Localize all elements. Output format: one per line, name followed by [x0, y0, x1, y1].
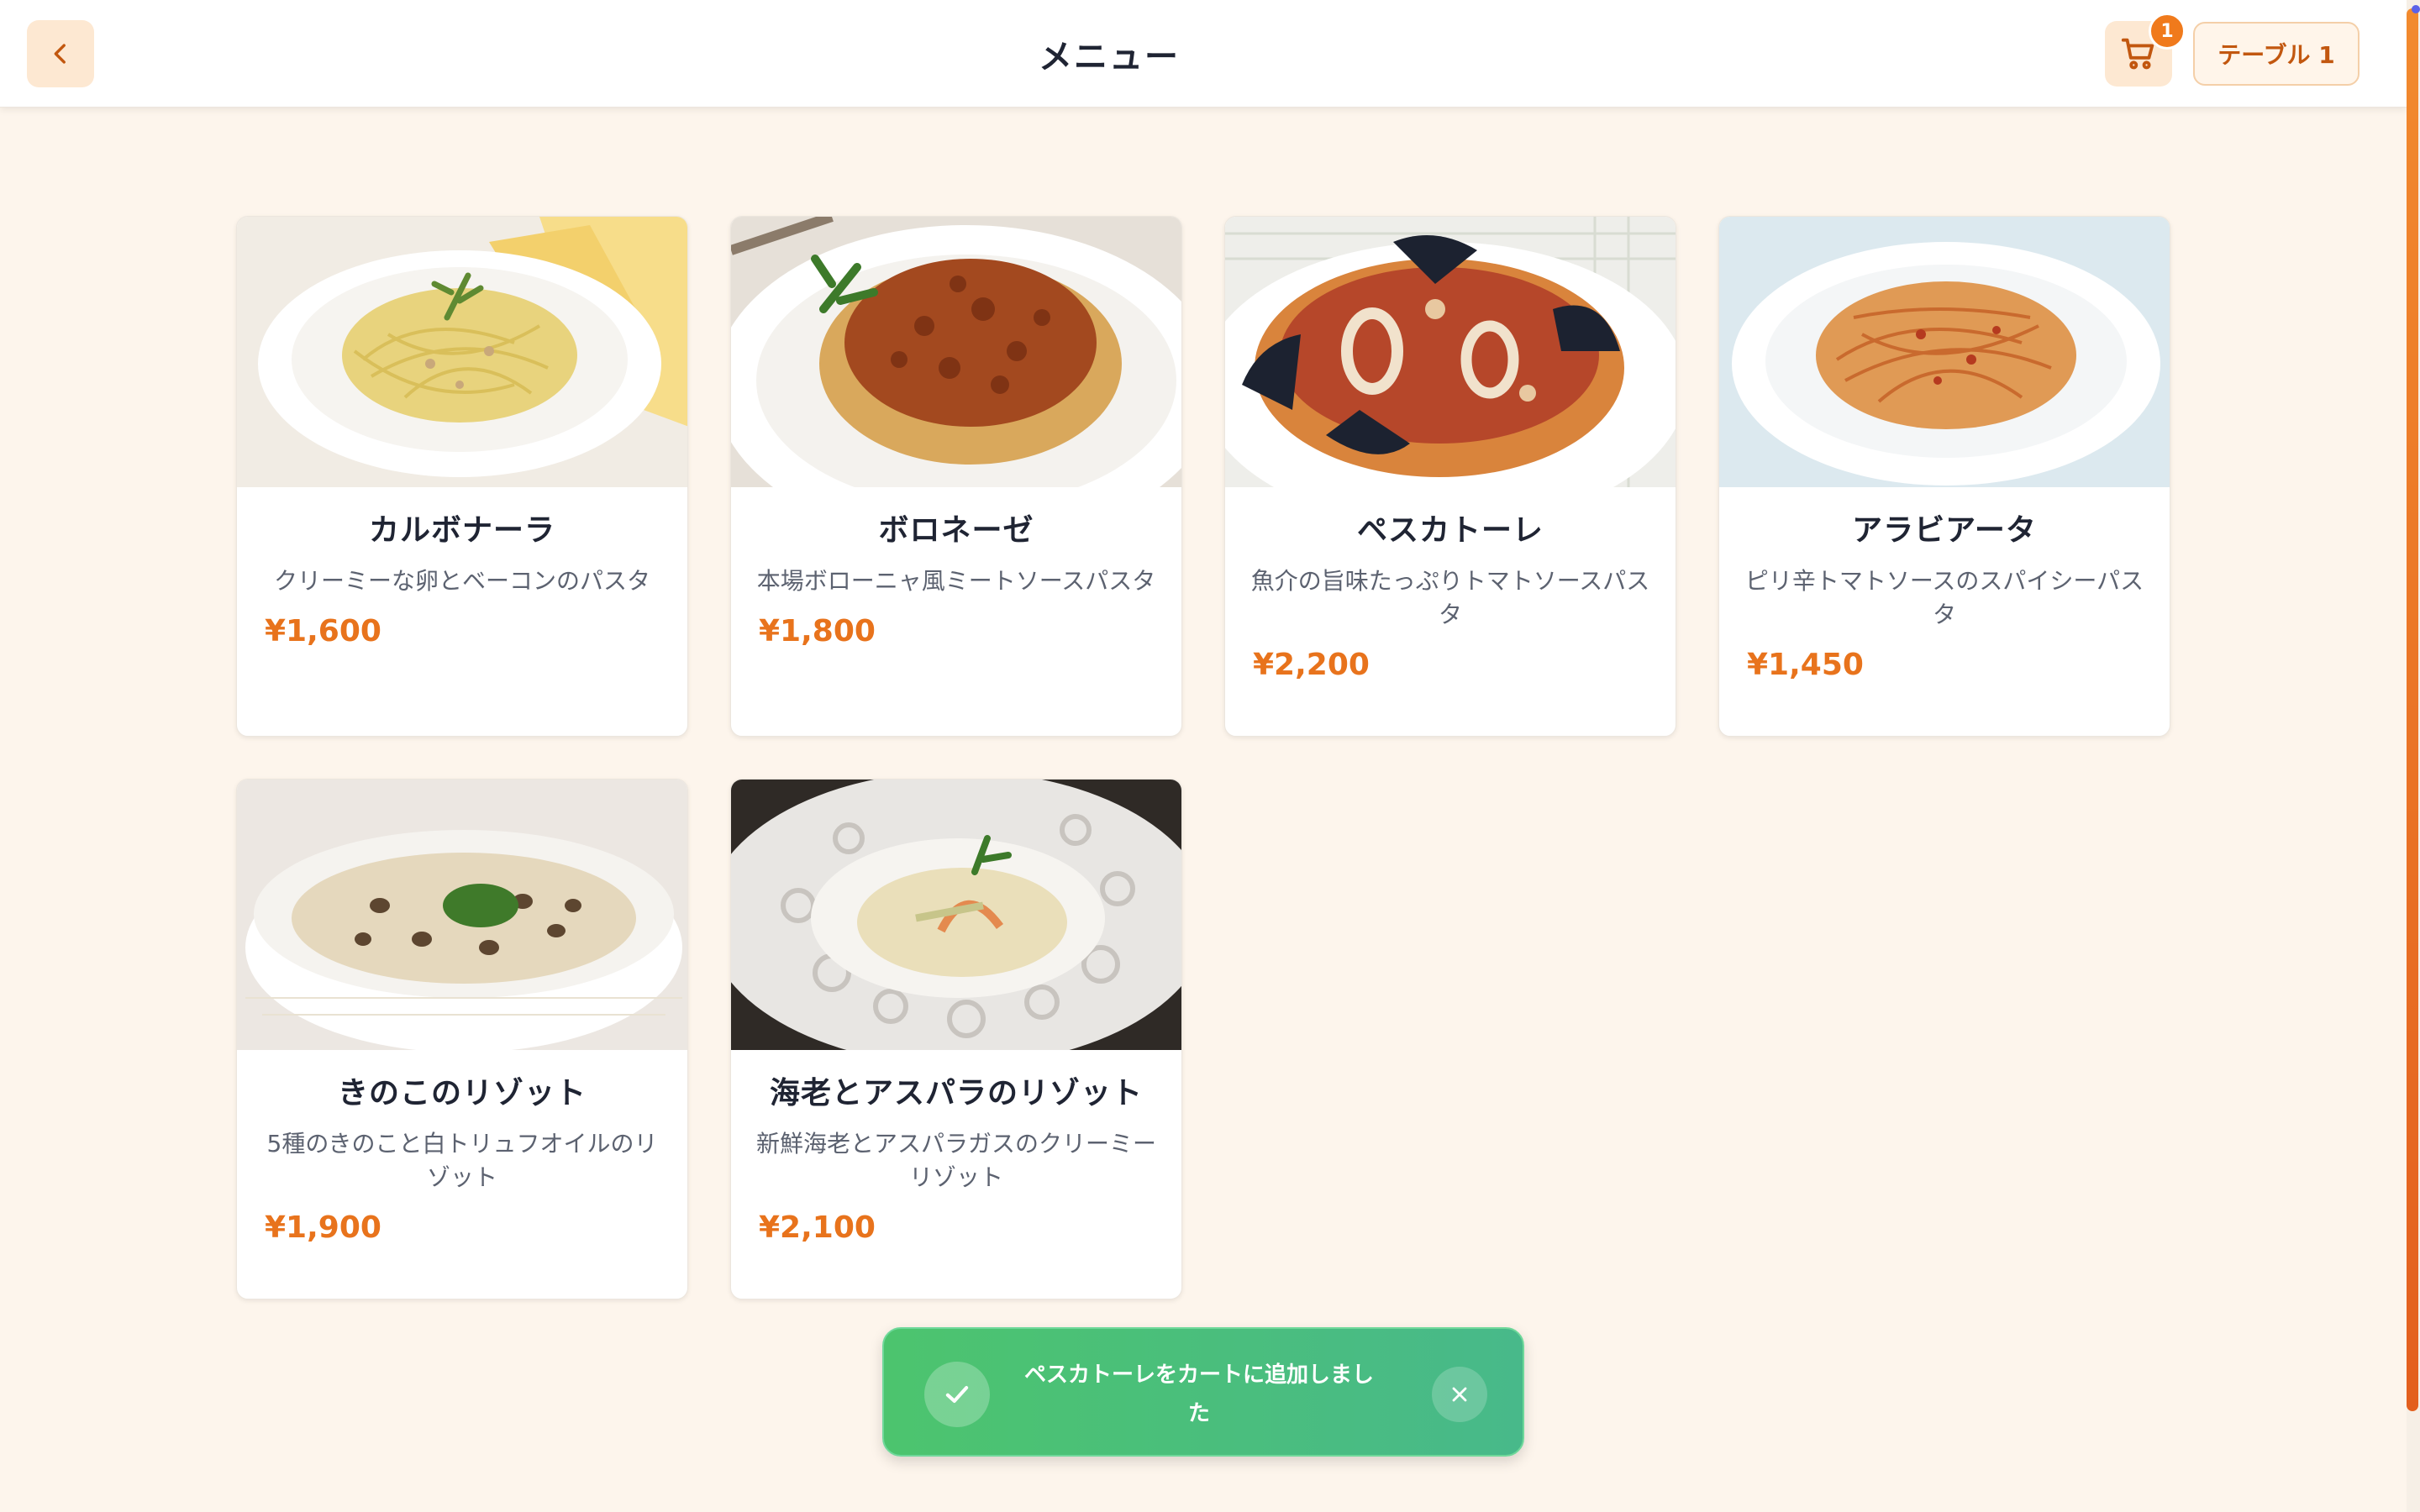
- item-description: 新鮮海老とアスパラガスのクリーミーリゾット: [756, 1130, 1157, 1191]
- menu-card-mushroom-risotto[interactable]: きのこのリゾット 5種のきのこと白トリュフオイルのリゾット ¥1,900: [236, 779, 688, 1299]
- toast-message: ペスカトーレをカートに追加しました: [1023, 1362, 1374, 1426]
- item-price: ¥1,600: [265, 614, 381, 648]
- menu-card-arrabbiata[interactable]: アラビアータ ピリ辛トマトソースのスパイシーパスタ ¥1,450: [1718, 216, 2170, 737]
- table-button[interactable]: テーブル 1: [2193, 22, 2360, 86]
- menu-grid: カルボナーラ クリーミーな卵とベーコンのパスタ ¥1,600 ボロネーゼ 本場ボ…: [236, 216, 2170, 1299]
- menu-card-carbonara[interactable]: カルボナーラ クリーミーな卵とベーコンのパスタ ¥1,600: [236, 216, 688, 737]
- toast-close-button[interactable]: [1432, 1367, 1487, 1422]
- scrollbar-thumb[interactable]: [2407, 8, 2418, 1411]
- cart-button[interactable]: 1: [2105, 13, 2186, 87]
- item-description: クリーミーな卵とベーコンのパスタ: [273, 567, 650, 595]
- item-name: 海老とアスパラのリゾット: [769, 1076, 1143, 1110]
- menu-card-bolognese[interactable]: ボロネーゼ 本場ボローニャ風ミートソースパスタ ¥1,800: [730, 216, 1182, 737]
- item-description: 本場ボローニャ風ミートソースパスタ: [756, 567, 1156, 595]
- cart-count-badge: 1: [2149, 13, 2186, 50]
- close-icon: [1452, 1387, 1467, 1402]
- toast-status: [924, 1362, 990, 1427]
- pescatore-image: [1225, 217, 1676, 487]
- item-name: きのこのリゾット: [337, 1076, 587, 1110]
- item-price: ¥2,200: [1253, 648, 1370, 682]
- added-to-cart-toast: ペスカトーレをカートに追加しました: [882, 1327, 1524, 1457]
- app-header: メニュー 1 テーブル 1: [0, 0, 2407, 108]
- item-price: ¥1,450: [1747, 648, 1864, 682]
- menu-card-shrimp-risotto[interactable]: 海老とアスパラのリゾット 新鮮海老とアスパラガスのクリーミーリゾット ¥2,10…: [730, 779, 1182, 1299]
- carbonara-image: [237, 217, 687, 487]
- scroll-indicator-dot: [2412, 5, 2420, 13]
- menu-card-pescatore[interactable]: ペスカトーレ 魚介の旨味たっぷりトマトソースパスタ ¥2,200: [1224, 216, 1676, 737]
- mushroom-risotto-image: [237, 780, 687, 1050]
- item-name: カルボナーラ: [368, 513, 555, 548]
- item-description: 魚介の旨味たっぷりトマトソースパスタ: [1250, 567, 1650, 628]
- check-icon: [945, 1386, 969, 1403]
- page-title: メニュー: [1039, 38, 1180, 76]
- arrabbiata-image: [1719, 217, 2170, 487]
- item-name: ボロネーゼ: [878, 513, 1034, 548]
- item-price: ¥2,100: [759, 1210, 876, 1245]
- shrimp-risotto-image: [731, 780, 1181, 1050]
- item-description: 5種のきのこと白トリュフオイルのリゾット: [266, 1130, 658, 1191]
- item-name: アラビアータ: [1852, 513, 2037, 548]
- item-name: ペスカトーレ: [1356, 513, 1544, 548]
- item-description: ピリ辛トマトソースのスパイシーパスタ: [1744, 567, 2144, 628]
- bolognese-image: [731, 217, 1181, 487]
- item-price: ¥1,900: [265, 1210, 381, 1245]
- scrollbar[interactable]: [2407, 0, 2420, 1512]
- item-price: ¥1,800: [759, 614, 876, 648]
